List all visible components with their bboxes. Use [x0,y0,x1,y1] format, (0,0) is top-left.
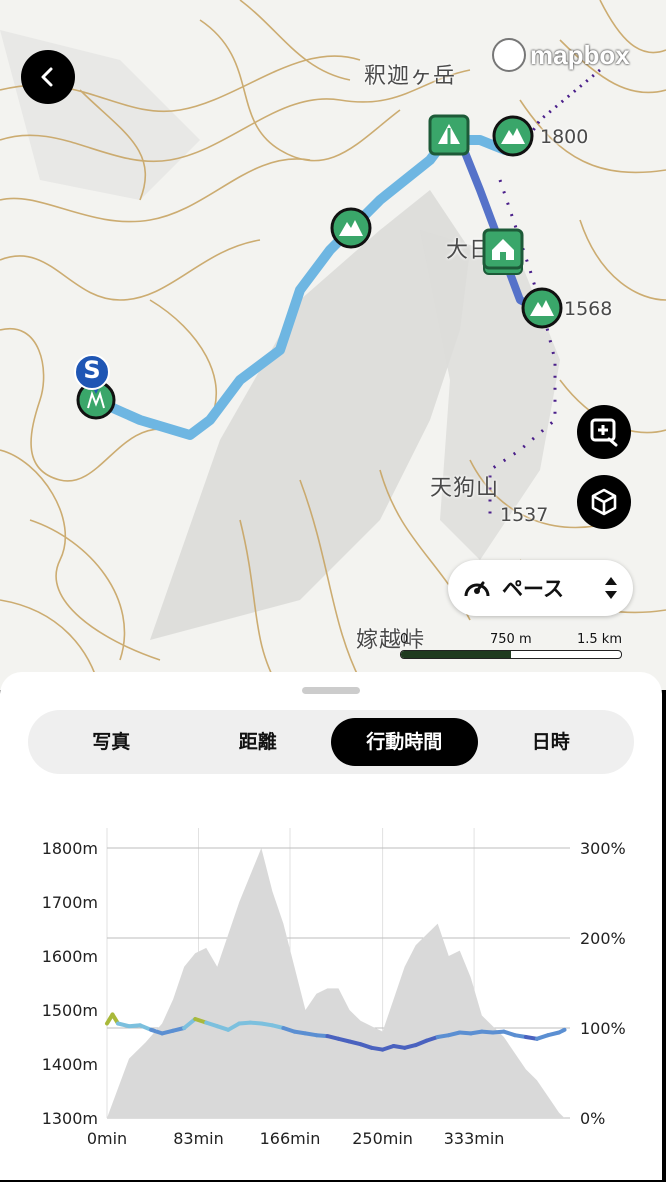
bottom-sheet: 写真 距離 行動時間 日時 1800m 1700m 1600m 1500m 1400m 1… [0,672,662,1180]
y-axis-label: 1300m [42,1109,98,1128]
y-axis-label: 1400m [42,1055,98,1074]
y-axis-label: 1600m [42,947,98,966]
mountain-marker-icon[interactable] [492,115,534,157]
scale-zero: 0 [400,632,409,647]
y-right-axis-label: 200% [580,929,626,948]
pace-line-segment [556,1027,567,1035]
mountain-marker-icon[interactable] [330,207,372,249]
scale-bar: 0 750 m 1.5 km [400,632,622,659]
y-right-axis-label: 300% [580,839,626,858]
elevation-label: 1568 [564,298,613,320]
y-axis-label: 1500m [42,1001,98,1020]
scale-end: 1.5 km [577,632,622,647]
y-right-axis-label: 0% [580,1109,605,1128]
elevation-label: 1800 [540,126,589,148]
mapbox-attribution: mapbox [492,38,630,72]
x-axis-label: 166min [260,1129,321,1148]
sort-arrows-icon [605,577,617,599]
chevron-left-icon [41,67,53,87]
y-right-axis-label: 100% [580,1019,626,1038]
tab-photo[interactable]: 写真 [38,718,185,766]
hut-marker-icon[interactable] [482,228,526,276]
tab-datetime[interactable]: 日時 [478,718,625,766]
start-marker-label: S [83,356,101,384]
x-axis-label: 333min [444,1129,505,1148]
x-axis-label: 250min [352,1129,413,1148]
sheet-handle[interactable] [302,687,360,694]
map-label-peak: 釈迦ヶ岳 [364,64,457,89]
segmented-tabs: 写真 距離 行動時間 日時 [28,710,634,774]
scale-mid: 750 m [490,632,532,647]
mapbox-logo-icon [492,38,526,72]
back-button[interactable] [21,50,75,104]
elevation-label: 1537 [500,504,549,526]
mapbox-text: mapbox [530,39,630,70]
elevation-area [107,848,565,1118]
pace-label: ペース [502,577,564,601]
mountain-marker-icon[interactable] [521,287,563,329]
pace-selector[interactable]: ペース [448,560,633,616]
y-axis-label: 1800m [42,839,98,858]
cube-icon [591,488,617,516]
tab-distance[interactable]: 距離 [185,718,332,766]
campsite-marker-icon[interactable] [428,114,470,156]
map-view[interactable]: 釈迦ヶ岳 大日岳 天狗山 嫁越峠 1800 1568 1537 S mapbox… [0,0,666,690]
y-axis-label: 1700m [42,893,98,912]
x-axis-label: 83min [173,1129,224,1148]
map-label-peak: 天狗山 [430,476,500,501]
3d-view-button[interactable] [577,475,631,529]
tab-activity-time[interactable]: 行動時間 [331,718,478,766]
x-axis-label: 0min [87,1129,127,1148]
zoom-plus-icon [590,418,618,447]
zoom-fit-button[interactable] [577,405,631,459]
elevation-chart[interactable]: 1800m 1700m 1600m 1500m 1400m 1300m 300% 200% 1… [0,802,662,1162]
speedometer-icon [464,581,490,597]
